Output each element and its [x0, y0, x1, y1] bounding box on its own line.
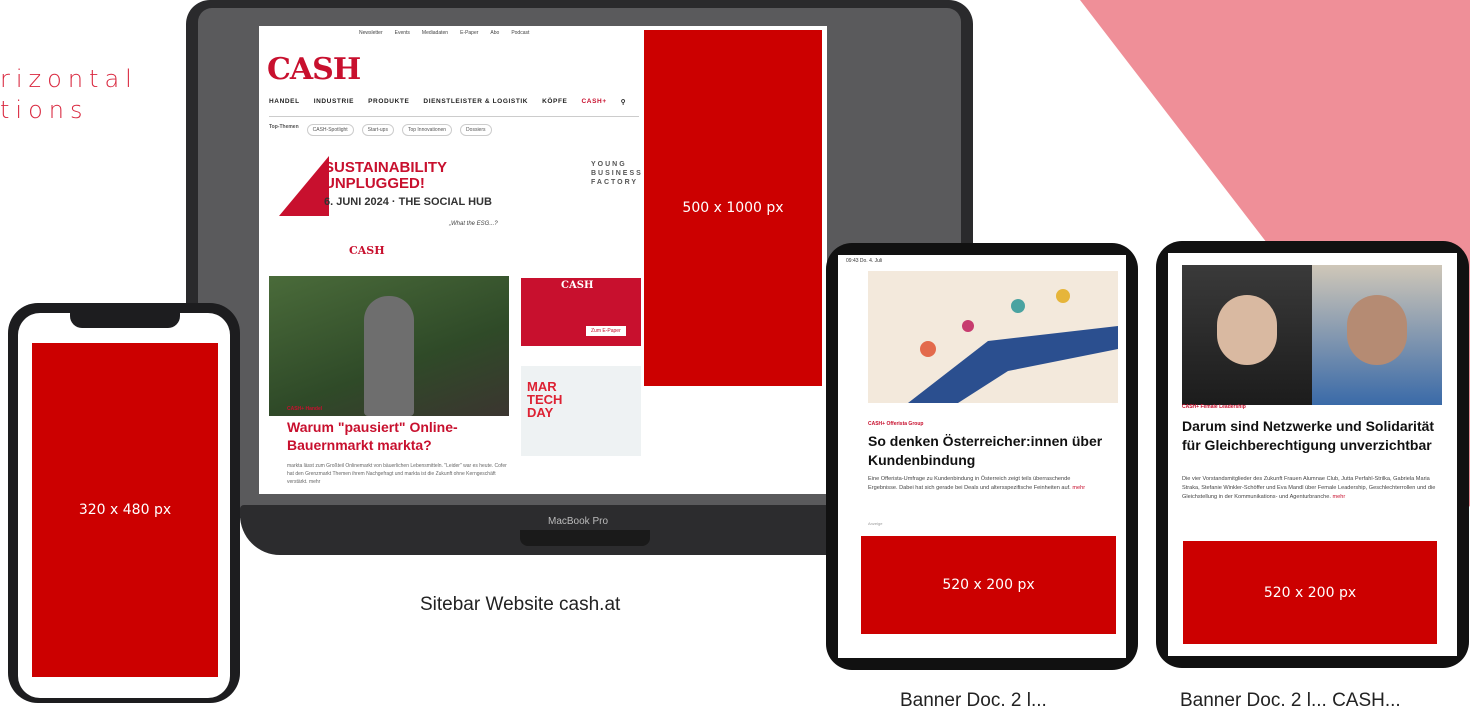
article-body: Eine Offerista-Umfrage zu Kundenbindung … [868, 476, 1086, 491]
ad-label: Anzeige [868, 521, 883, 526]
laptop-brand: MacBook Pro [548, 516, 609, 527]
article-headline[interactable]: So denken Österreicher:innen über Kunden… [868, 432, 1108, 470]
nav-item[interactable]: PRODUKTE [368, 98, 409, 106]
tablet-left-caption: Banner Doc. 2 l... [900, 690, 1047, 711]
banner-shape [279, 156, 329, 216]
topbar-link[interactable]: Podcast [511, 30, 529, 36]
tags-label: Top-Themen [269, 124, 299, 130]
banner-quote: „What the ESG...? [449, 221, 498, 227]
ybf-logo: YOUNG BUSINESS FACTORY [591, 161, 643, 186]
search-icon[interactable]: ⚲ [621, 98, 626, 106]
article-kicker: CASH+ Handel [287, 406, 323, 412]
article-headline[interactable]: Darum sind Netzwerke und Solidarität für… [1182, 417, 1444, 455]
article-body: Die vier Vorstandsmitglieder des Zukunft… [1182, 476, 1436, 500]
nav-item[interactable]: CASH+ [582, 98, 607, 106]
event-banner[interactable]: SUSTAINABILITY UNPLUGGED! 6. JUNI 2024 ·… [269, 156, 641, 266]
portrait-left [1182, 265, 1312, 405]
article-kicker: CASH+ Offerista Group [868, 421, 924, 427]
article-illustration[interactable] [868, 271, 1118, 403]
banner-title: SUSTAINABILITY UNPLUGGED! [324, 159, 448, 192]
article-kicker: CASH+ Female Leadership [1182, 404, 1246, 410]
phone-ad-placeholder: 320 x 480 px [32, 343, 218, 677]
section-heading-line2: tions [0, 96, 89, 124]
nav-item[interactable]: INDUSTRIE [314, 98, 354, 106]
nav-item[interactable]: HANDEL [269, 98, 300, 106]
section-heading-line1: rizontal [0, 65, 138, 93]
topbar-link[interactable]: Abo [490, 30, 499, 36]
portrait-right [1312, 265, 1442, 405]
topic-tags: Top-Themen CASH-Spotlight Start-ups Top … [269, 124, 492, 136]
nav-item[interactable]: KÖPFE [542, 98, 567, 106]
section-heading: rizontal tions [0, 64, 138, 126]
site-nav: HANDEL INDUSTRIE PRODUKTE DIENSTLEISTER … [269, 98, 639, 117]
tag[interactable]: Start-ups [361, 124, 394, 136]
phone-notch [70, 310, 180, 328]
banner-date: 6. JUNI 2024 · THE SOCIAL HUB [324, 196, 492, 208]
article-image[interactable] [269, 276, 509, 416]
tag[interactable]: Dossiers [460, 124, 492, 136]
laptop-notch [520, 530, 650, 546]
nav-item[interactable]: DIENSTLEISTER & LOGISTIK [423, 98, 528, 106]
cash-logo[interactable]: CASH [267, 52, 361, 87]
tablet-right-caption: Banner Doc. 2 l... CASH... [1180, 690, 1401, 711]
topbar-link[interactable]: Newsletter [359, 30, 383, 36]
topbar-link[interactable]: Mediadaten [422, 30, 448, 36]
person-silhouette [364, 296, 414, 416]
laptop-caption: Sitebar Website cash.at [420, 594, 621, 615]
epaper-ad[interactable]: CASH Zum E-Paper [521, 278, 641, 346]
tag[interactable]: Top Innovationen [401, 124, 453, 136]
martech-ad[interactable]: MAR TECH DAY [521, 366, 641, 456]
topbar-link[interactable]: Events [395, 30, 410, 36]
status-bar: 09:43 Do. 4. Juli [846, 258, 883, 264]
banner-brand: CASH [349, 244, 385, 257]
tablet-ad-placeholder: 520 x 200 px [1183, 541, 1437, 644]
article-headline[interactable]: Warum "pausiert" Online-Bauernmarkt mark… [287, 418, 502, 454]
tablet-ad-placeholder: 520 x 200 px [861, 536, 1116, 634]
more-link[interactable]: mehr [1333, 494, 1346, 500]
topbar-link[interactable]: E-Paper [460, 30, 478, 36]
sitebar-ad-placeholder: 500 x 1000 px [644, 30, 822, 386]
article-snippet: markta lässt zum Großteil Onlinemarkt vo… [287, 463, 507, 485]
more-link[interactable]: mehr [1072, 485, 1085, 491]
epaper-cta[interactable]: Zum E-Paper [586, 326, 626, 336]
tag[interactable]: CASH-Spotlight [306, 124, 354, 136]
illustration-art [908, 289, 1118, 403]
